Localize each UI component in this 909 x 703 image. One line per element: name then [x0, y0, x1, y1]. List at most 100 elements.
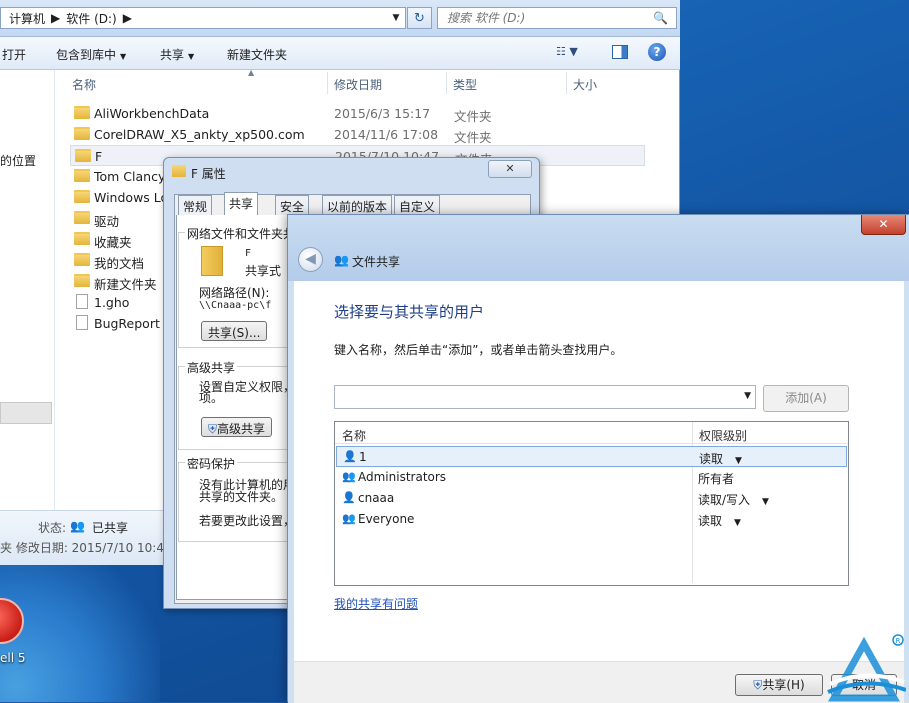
search-box[interactable]: 🔍 — [437, 7, 677, 29]
column-divider[interactable] — [327, 72, 328, 94]
file-date: 2014/11/6 17:08 — [334, 127, 439, 142]
user-row[interactable]: 👤 cnaaa 读取/写入 ▼ — [336, 488, 847, 509]
column-type[interactable]: 类型 — [453, 76, 477, 93]
include-in-library-button[interactable]: 包含到库中 ▼ — [56, 46, 126, 63]
folder-icon — [172, 165, 186, 177]
dropdown-arrow-icon: ▼ — [188, 52, 195, 61]
command-bar: 打开 包含到库中 ▼ 共享 ▼ 新建文件夹 ☷ ▼ ? — [0, 37, 680, 70]
dropdown-arrow-icon[interactable]: ▼ — [734, 518, 741, 528]
user-row[interactable]: 👥 Administrators 所有者 — [336, 467, 847, 488]
network-path-label: 网络路径(N): — [199, 286, 270, 300]
column-permission[interactable]: 权限级别 — [699, 427, 747, 444]
include-label: 包含到库中 — [56, 48, 117, 62]
file-icon — [76, 294, 88, 309]
share-button[interactable]: ⛨共享(H) — [735, 674, 823, 696]
add-button[interactable]: 添加(A) — [763, 385, 849, 412]
tab-general[interactable]: 常规 — [178, 195, 213, 215]
close-icon[interactable]: ✕ — [861, 215, 906, 235]
svg-text:R: R — [896, 637, 901, 645]
open-button[interactable]: 打开 — [2, 46, 26, 63]
nav-scrollbar[interactable] — [0, 402, 52, 424]
dropdown-arrow-icon[interactable]: ▼ — [762, 497, 769, 507]
wizard-heading: 选择要与其共享的用户 — [334, 303, 485, 321]
permission-dropdown[interactable]: 读取/写入 ▼ — [698, 491, 769, 508]
column-name[interactable]: 名称 — [72, 76, 96, 93]
users-icon: 👥 — [334, 253, 349, 267]
breadcrumb-arrow-icon[interactable]: ▶ — [51, 11, 60, 25]
tab-sharing[interactable]: 共享 — [224, 192, 259, 216]
wizard-content: 选择要与其共享的用户 键入名称，然后单击“添加”，或者单击箭头查找用户。 ▼ 添… — [294, 281, 904, 661]
folder-icon — [201, 246, 223, 276]
folder-icon — [75, 149, 91, 162]
breadcrumb-drive[interactable]: 软件 (D:) — [66, 10, 116, 27]
column-size[interactable]: 大小 — [573, 76, 597, 93]
address-bar[interactable]: 计算机 ▶ 软件 (D:) ▶ — [0, 7, 406, 29]
close-icon[interactable]: ✕ — [488, 160, 532, 178]
list-header: 名称 权限级别 — [335, 422, 848, 444]
search-input[interactable] — [438, 8, 648, 28]
tab-previous-versions[interactable]: 以前的版本 — [322, 195, 393, 215]
column-date[interactable]: 修改日期 — [334, 76, 382, 93]
sharing-problem-link[interactable]: 我的共享有问题 — [334, 595, 418, 612]
file-name: BugReport — [94, 316, 160, 331]
user-name-input[interactable] — [335, 386, 735, 408]
user-row[interactable]: 👤 1 读取 ▼ — [336, 446, 847, 467]
document-icon — [76, 315, 88, 330]
breadcrumb-arrow-icon[interactable]: ▶ — [123, 11, 132, 25]
views-icon[interactable]: ☷ ▼ — [556, 45, 592, 61]
advanced-sharing-button[interactable]: ⛨高级共享 — [201, 417, 273, 437]
permission-dropdown[interactable]: 读取 ▼ — [698, 512, 741, 529]
folder-icon — [74, 190, 90, 203]
dropdown-arrow-icon[interactable]: ▼ — [744, 391, 751, 401]
share-state: 共享式 — [245, 264, 282, 278]
file-name: 驱动 — [94, 214, 120, 229]
user-name: Everyone — [358, 512, 415, 526]
file-name: 收藏夹 — [94, 235, 132, 250]
user-icon: 👤 — [343, 450, 357, 463]
file-type: 文件夹 — [454, 130, 492, 145]
folder-icon — [74, 232, 90, 245]
status-value: 已共享 — [92, 521, 129, 535]
column-divider[interactable] — [566, 72, 567, 94]
column-name[interactable]: 名称 — [342, 427, 366, 444]
shield-icon: ⛨ — [753, 678, 763, 692]
group-title: 密码保护 — [185, 455, 238, 472]
folder-icon — [74, 127, 90, 140]
permission-dropdown[interactable]: 读取 ▼ — [699, 450, 742, 467]
user-combobox[interactable]: ▼ — [334, 385, 756, 409]
shared-folder-name: F — [245, 248, 252, 259]
folder-icon — [74, 169, 90, 182]
user-icon: 👤 — [342, 491, 356, 504]
user-name: cnaaa — [358, 491, 395, 505]
search-icon[interactable]: 🔍 — [653, 11, 668, 25]
wizard-footer: ⛨共享(H) 取消 — [294, 661, 904, 703]
file-row[interactable]: AliWorkbenchData 2015/6/3 15:17 文件夹 — [70, 103, 645, 124]
help-icon[interactable]: ? — [648, 43, 666, 61]
dropdown-arrow-icon: ▼ — [120, 52, 127, 61]
wizard-title: 文件共享 — [352, 255, 401, 269]
nav-item-location[interactable]: 的位置 — [0, 152, 36, 169]
group-icon: 👥 — [342, 512, 356, 525]
wizard-instruction: 键入名称，然后单击“添加”，或者单击箭头查找用户。 — [334, 343, 623, 357]
column-divider[interactable] — [446, 72, 447, 94]
network-path: \\Cnaaa-pc\f — [199, 300, 272, 311]
share-with-button[interactable]: 共享 ▼ — [160, 46, 194, 63]
preview-pane-icon[interactable] — [612, 45, 628, 59]
address-dropdown-icon[interactable]: ▼ — [388, 8, 404, 28]
tab-security[interactable]: 安全 — [275, 195, 310, 215]
modified-date: 夹 修改日期: 2015/7/10 10:47 — [0, 541, 172, 555]
password-desc: 共享的文件夹。 — [199, 490, 284, 504]
tab-customize[interactable]: 自定义 — [394, 195, 441, 215]
file-row[interactable]: CorelDRAW_X5_ankty_xp500.com 2014/11/6 17… — [70, 124, 645, 145]
new-folder-button[interactable]: 新建文件夹 — [227, 46, 287, 63]
refresh-button[interactable]: ↻ — [407, 7, 432, 29]
user-row[interactable]: 👥 Everyone 读取 ▼ — [336, 509, 847, 530]
back-arrow-icon[interactable]: ◀ — [298, 247, 323, 272]
password-change-link[interactable]: 若要更改此设置， — [199, 512, 295, 529]
properties-title: F 属性 — [191, 167, 226, 181]
dropdown-arrow-icon[interactable]: ▼ — [735, 456, 742, 466]
file-name: F — [95, 149, 103, 164]
breadcrumb-computer[interactable]: 计算机 — [9, 10, 45, 27]
share-button[interactable]: 共享(S)... — [201, 321, 268, 341]
desktop-icon-label[interactable]: ell 5 — [0, 651, 26, 665]
